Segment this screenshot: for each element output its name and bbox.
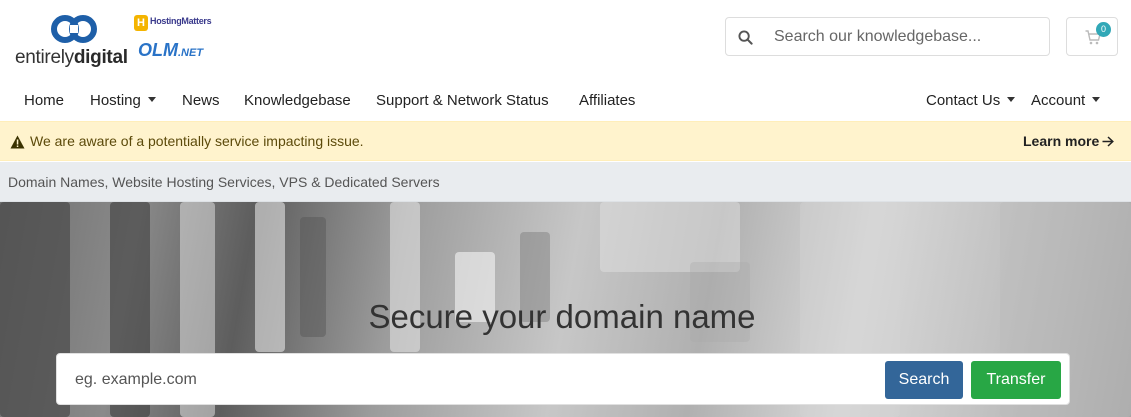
knowledgebase-search-input[interactable]: [774, 26, 1039, 48]
nav-hosting-label: Hosting: [90, 92, 141, 109]
nav-knowledgebase[interactable]: Knowledgebase: [244, 92, 351, 109]
entirelydigital-wordmark: entirelydigital: [15, 47, 128, 68]
warning-triangle-icon: [10, 135, 25, 149]
nav-home[interactable]: Home: [24, 92, 64, 109]
site-header: entirelydigital H HostingMatters OLM.NET…: [0, 0, 1131, 80]
domain-transfer-button[interactable]: Transfer: [971, 361, 1061, 399]
hostingmatters-logo[interactable]: H HostingMatters: [134, 14, 224, 36]
infinity-logo-icon: [51, 15, 97, 43]
learn-more-label: Learn more: [1023, 133, 1100, 149]
service-alert-banner: We are aware of a potentially service im…: [0, 121, 1131, 161]
nav-account-label: Account: [1031, 92, 1086, 109]
nav-support-network-status[interactable]: Support & Network Status: [376, 92, 549, 109]
alert-message: We are aware of a potentially service im…: [30, 133, 364, 149]
chevron-down-icon: [1007, 97, 1016, 102]
cart-count-badge: 0: [1096, 22, 1111, 37]
hostingmatters-wordmark: HostingMatters: [150, 16, 212, 26]
olm-net-logo[interactable]: OLM.NET: [138, 40, 203, 61]
nav-account[interactable]: Account: [1031, 92, 1101, 109]
breadcrumb: Domain Names, Website Hosting Services, …: [0, 162, 1131, 202]
cart-button[interactable]: 0: [1066, 17, 1118, 56]
domain-search-button[interactable]: Search: [885, 361, 963, 399]
nav-hosting[interactable]: Hosting: [90, 92, 156, 109]
chevron-down-icon: [1092, 97, 1101, 102]
main-navigation: Home Hosting News Knowledgebase Support …: [0, 80, 1131, 121]
domain-search-hero: Secure your domain name Search Transfer: [0, 202, 1131, 417]
learn-more-link[interactable]: Learn more: [1023, 133, 1115, 149]
hostingmatters-icon: H: [134, 15, 148, 31]
nav-news[interactable]: News: [182, 92, 220, 109]
knowledgebase-search[interactable]: [725, 17, 1050, 56]
entirelydigital-logo[interactable]: entirelydigital: [15, 12, 130, 68]
domain-search-form: Search Transfer: [56, 353, 1070, 405]
nav-contact-us[interactable]: Contact Us: [926, 92, 1016, 109]
search-icon: [738, 30, 753, 45]
domain-input[interactable]: [75, 368, 855, 392]
nav-contact-us-label: Contact Us: [926, 92, 1001, 109]
hero-headline: Secure your domain name: [368, 298, 756, 335]
breadcrumb-text: Domain Names, Website Hosting Services, …: [8, 174, 440, 190]
nav-affiliates[interactable]: Affiliates: [579, 92, 635, 109]
chevron-down-icon: [147, 97, 156, 102]
arrow-right-icon: [1102, 136, 1115, 147]
